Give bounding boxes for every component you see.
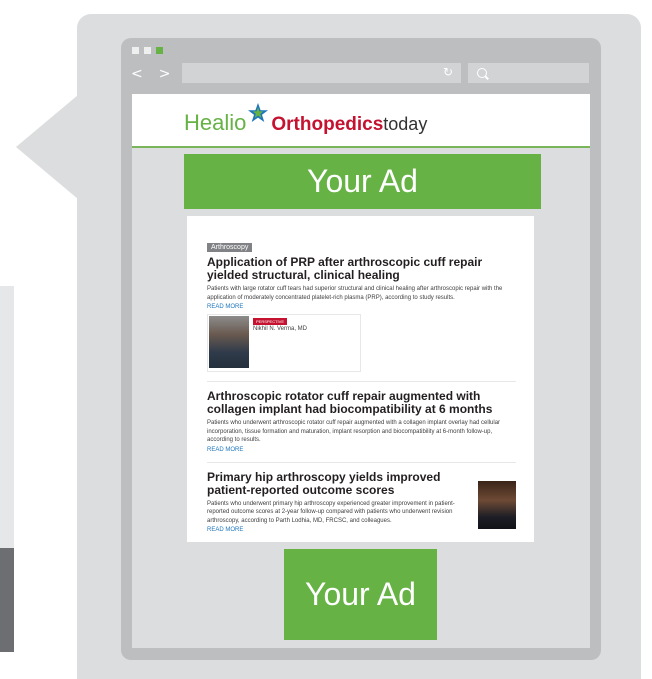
read-more-link[interactable]: READ MORE bbox=[207, 447, 516, 453]
logo-orthopedics-text: Orthopedics bbox=[271, 114, 384, 135]
ad-placeholder-bottom[interactable]: Your Ad bbox=[284, 549, 437, 640]
divider bbox=[207, 381, 516, 382]
address-bar[interactable]: ↻ bbox=[182, 63, 461, 83]
speech-bubble-pointer bbox=[16, 95, 78, 199]
divider bbox=[207, 461, 516, 463]
article-2: Arthroscopic rotator cuff repair augment… bbox=[207, 390, 516, 453]
perspective-badge: PERSPECTIVE bbox=[253, 318, 288, 325]
category-tag: Arthroscopy bbox=[207, 243, 253, 252]
newsletter-body: Arthroscopy Application of PRP after art… bbox=[187, 216, 534, 542]
article-headline[interactable]: Arthroscopic rotator cuff repair augment… bbox=[207, 390, 516, 416]
browser-nav: < > bbox=[131, 66, 170, 82]
web-page: Healio Orthopedics today Your Ad Arthros… bbox=[132, 94, 590, 648]
window-controls bbox=[132, 47, 163, 54]
healio-logo[interactable]: Healio Orthopedics today bbox=[184, 103, 428, 136]
forward-arrow-icon[interactable]: > bbox=[159, 66, 171, 82]
article-headline[interactable]: Primary hip arthroscopy yields improved … bbox=[207, 470, 470, 497]
browser-search-bar[interactable] bbox=[468, 63, 589, 83]
window-dot-active-icon[interactable] bbox=[156, 47, 163, 54]
window-dot-icon[interactable] bbox=[144, 47, 151, 54]
logo-today-text: today bbox=[383, 114, 428, 134]
article-summary: Patients who underwent primary hip arthr… bbox=[207, 500, 455, 524]
star-logo-icon bbox=[248, 103, 269, 122]
author-name: Nikhil N. Verma, MD bbox=[253, 326, 308, 332]
left-decorative-bar-dark bbox=[0, 548, 14, 652]
ad-placeholder-top[interactable]: Your Ad bbox=[184, 154, 541, 209]
newsletter-header: Healio Orthopedics today bbox=[132, 94, 590, 148]
article-summary: Patients with large rotator cuff tears h… bbox=[207, 286, 503, 301]
read-more-link[interactable]: READ MORE bbox=[207, 527, 470, 533]
article-3: Primary hip arthroscopy yields improved … bbox=[207, 470, 516, 533]
search-icon bbox=[477, 68, 487, 78]
promo-graphic: < > ↻ Healio Orthopedics today Your Ad A… bbox=[0, 0, 652, 679]
logo-healio-text: Healio bbox=[184, 110, 247, 135]
article-1: Arthroscopy Application of PRP after art… bbox=[207, 236, 516, 372]
back-arrow-icon[interactable]: < bbox=[131, 66, 143, 82]
author-card[interactable]: PERSPECTIVE Nikhil N. Verma, MD bbox=[207, 314, 361, 372]
article-3-text: Primary hip arthroscopy yields improved … bbox=[207, 470, 470, 533]
read-more-link[interactable]: READ MORE bbox=[207, 304, 516, 310]
author-photo bbox=[209, 316, 249, 368]
article-photo bbox=[478, 480, 516, 529]
reload-icon[interactable]: ↻ bbox=[443, 65, 453, 79]
browser-window: < > ↻ Healio Orthopedics today Your Ad A… bbox=[121, 38, 601, 660]
article-headline[interactable]: Application of PRP after arthroscopic cu… bbox=[207, 256, 516, 282]
window-dot-icon[interactable] bbox=[132, 47, 139, 54]
article-summary: Patients who underwent arthroscopic rota… bbox=[207, 420, 501, 443]
